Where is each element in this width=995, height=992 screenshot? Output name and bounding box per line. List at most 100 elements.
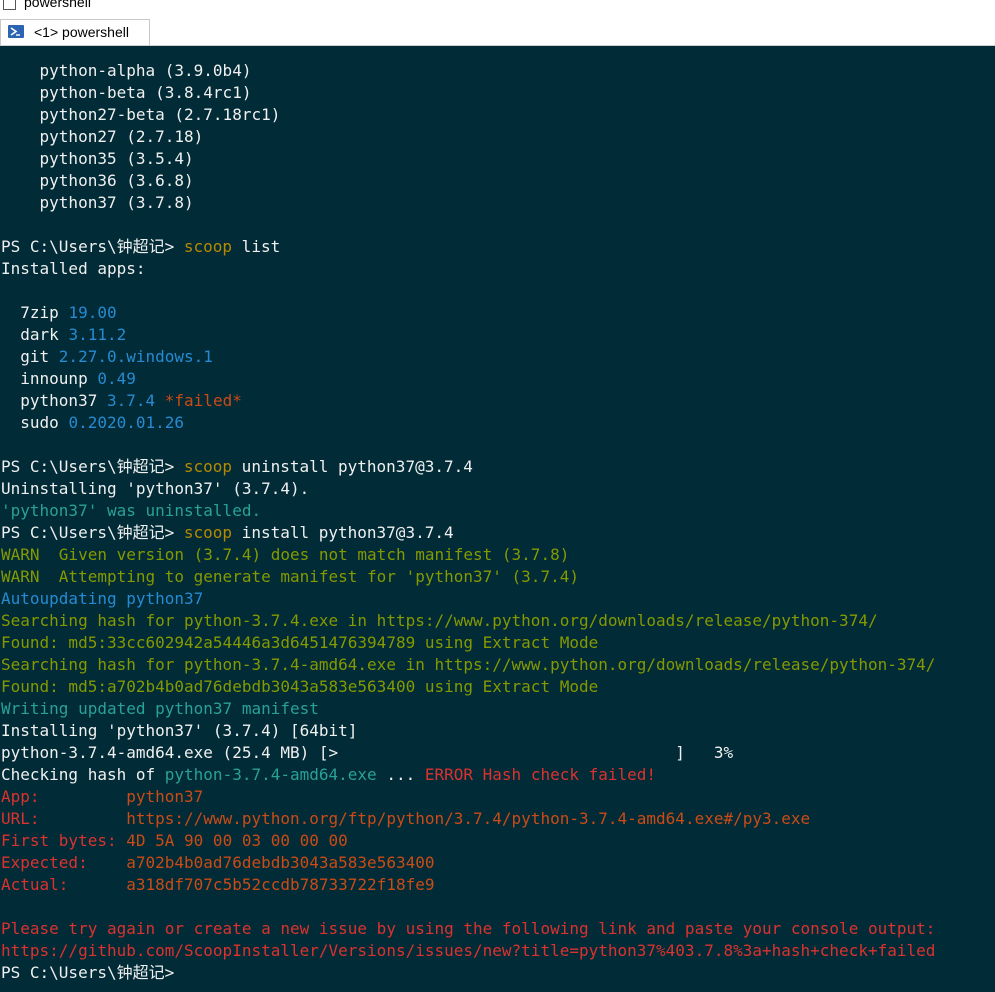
terminal-text: python35 (3.5.4) bbox=[1, 149, 194, 168]
terminal-text: ... bbox=[376, 765, 425, 784]
terminal-text: python-beta (3.8.4rc1) bbox=[1, 83, 252, 102]
terminal-text: First bytes: bbox=[1, 831, 127, 850]
terminal-text: Please try again or create a new issue b… bbox=[1, 919, 936, 938]
terminal-text: install python37@3.7.4 bbox=[232, 523, 454, 542]
tab-powershell[interactable]: <1> powershell bbox=[0, 19, 150, 45]
terminal-line: 7zip 19.00 bbox=[1, 302, 117, 324]
terminal-line: Autoupdating python37 bbox=[1, 588, 203, 610]
terminal-text: 0.2020.01.26 bbox=[68, 413, 185, 432]
terminal-text: 3.7.4 bbox=[106, 391, 156, 410]
terminal-text: git bbox=[1, 347, 59, 366]
terminal-line: Expected: a702b4b0ad76debdb3043a583e5634… bbox=[1, 852, 434, 874]
terminal-line: Please try again or create a new issue b… bbox=[1, 918, 935, 940]
terminal-text: a702b4b0ad76debdb3043a583e563400 bbox=[126, 853, 435, 872]
terminal-line: WARN Given version (3.7.4) does not matc… bbox=[1, 544, 569, 566]
terminal-text: Found: md5:a702b4b0ad76debdb3043a583e563… bbox=[1, 677, 599, 696]
terminal-text: Writing updated python37 manifest bbox=[1, 699, 319, 718]
terminal-line: URL: https://www.python.org/ftp/python/3… bbox=[1, 808, 810, 830]
window-title: powershell bbox=[24, 0, 91, 10]
terminal-text: python37 bbox=[126, 787, 204, 806]
terminal-text: 0.49 bbox=[97, 369, 136, 388]
terminal-text: python37 bbox=[1, 391, 107, 410]
terminal-text: python37 (3.7.8) bbox=[1, 193, 194, 212]
terminal-text: dark bbox=[1, 325, 69, 344]
terminal-line: https://github.com/ScoopInstaller/Versio… bbox=[1, 940, 935, 962]
terminal-line: Writing updated python37 manifest bbox=[1, 698, 319, 720]
terminal-text: innounp bbox=[1, 369, 98, 388]
terminal-line: First bytes: 4D 5A 90 00 03 00 00 00 bbox=[1, 830, 348, 852]
terminal-line: python35 (3.5.4) bbox=[1, 148, 194, 170]
terminal-line: dark 3.11.2 bbox=[1, 324, 126, 346]
terminal-text: python36 (3.6.8) bbox=[1, 171, 194, 190]
tab-bar: <1> powershell bbox=[0, 12, 995, 46]
terminal-line: WARN Attempting to generate manifest for… bbox=[1, 566, 579, 588]
terminal-text: uninstall python37@3.7.4 bbox=[232, 457, 473, 476]
terminal-text: scoop bbox=[183, 523, 233, 542]
terminal-text: PS C:\Users\钟超记> bbox=[1, 237, 184, 256]
terminal-text: Autoupdating python37 bbox=[1, 589, 204, 608]
terminal-line: Found: md5:a702b4b0ad76debdb3043a583e563… bbox=[1, 676, 598, 698]
window-icon bbox=[3, 0, 16, 10]
terminal-line: python27 (2.7.18) bbox=[1, 126, 204, 148]
terminal-line: Searching hash for python-3.7.4.exe in h… bbox=[1, 610, 878, 632]
powershell-icon bbox=[8, 25, 24, 38]
terminal-text: https://www.python.org/ftp/python/3.7.4/… bbox=[126, 809, 811, 828]
terminal-line: PS C:\Users\钟超记> scoop list bbox=[1, 236, 280, 258]
terminal-text: Installing 'python37' (3.7.4) [64bit] bbox=[1, 721, 358, 740]
terminal-line: Uninstalling 'python37' (3.7.4). bbox=[1, 478, 309, 500]
terminal-line: git 2.27.0.windows.1 bbox=[1, 346, 213, 368]
window-titlebar: powershell bbox=[0, 0, 995, 12]
terminal-text: 7zip bbox=[1, 303, 69, 322]
terminal-line: python-3.7.4-amd64.exe (25.4 MB) [> ] 3% bbox=[1, 742, 733, 764]
terminal-line: App: python37 bbox=[1, 786, 203, 808]
terminal-text: Uninstalling 'python37' (3.7.4). bbox=[1, 479, 310, 498]
terminal-text: Found: md5:33cc602942a54446a3d6451476394… bbox=[1, 633, 599, 652]
terminal-line: sudo 0.2020.01.26 bbox=[1, 412, 184, 434]
terminal-text: PS C:\Users\钟超记> bbox=[1, 963, 175, 982]
terminal-line: PS C:\Users\钟超记> scoop install python37@… bbox=[1, 522, 454, 544]
terminal-text: sudo bbox=[1, 413, 69, 432]
terminal-line: Actual: a318df707c5b52ccdb78733722f18fe9 bbox=[1, 874, 434, 896]
terminal-line: python-alpha (3.9.0b4) bbox=[1, 60, 252, 82]
terminal-line: python37 3.7.4 *failed* bbox=[1, 390, 242, 412]
terminal-output[interactable]: python-alpha (3.9.0b4) python-beta (3.8.… bbox=[0, 46, 995, 992]
terminal-text: 19.00 bbox=[68, 303, 117, 322]
terminal-text: WARN Given version (3.7.4) does not matc… bbox=[1, 545, 570, 564]
terminal-text: python-3.7.4-amd64.exe (25.4 MB) [> ] 3% bbox=[1, 743, 734, 762]
terminal-text: PS C:\Users\钟超记> bbox=[1, 523, 184, 542]
terminal-text: PS C:\Users\钟超记> bbox=[1, 457, 184, 476]
terminal-text: 4D 5A 90 00 03 00 00 00 bbox=[126, 831, 348, 850]
terminal-line: Found: md5:33cc602942a54446a3d6451476394… bbox=[1, 632, 598, 654]
terminal-line: Checking hash of python-3.7.4-amd64.exe … bbox=[1, 764, 656, 786]
terminal-text: ERROR Hash check failed! bbox=[424, 765, 657, 784]
terminal-line: python27-beta (2.7.18rc1) bbox=[1, 104, 281, 126]
terminal-text: a318df707c5b52ccdb78733722f18fe9 bbox=[126, 875, 435, 894]
terminal-text: Actual: bbox=[1, 875, 127, 894]
terminal-line: PS C:\Users\钟超记> scoop uninstall python3… bbox=[1, 456, 473, 478]
terminal-line: innounp 0.49 bbox=[1, 368, 136, 390]
terminal-text: WARN Attempting to generate manifest for… bbox=[1, 567, 579, 586]
terminal-text: App: bbox=[1, 787, 127, 806]
terminal-text: scoop bbox=[183, 237, 233, 256]
terminal-text: python27 (2.7.18) bbox=[1, 127, 204, 146]
terminal-text: Expected: bbox=[1, 853, 127, 872]
terminal-text: scoop bbox=[183, 457, 233, 476]
terminal-text: 'python37' was uninstalled. bbox=[1, 501, 262, 520]
terminal-text: python-3.7.4-amd64.exe bbox=[164, 765, 377, 784]
terminal-text: 3.11.2 bbox=[68, 325, 127, 344]
tab-label: <1> powershell bbox=[34, 24, 129, 40]
terminal-line: python36 (3.6.8) bbox=[1, 170, 194, 192]
terminal-line: python-beta (3.8.4rc1) bbox=[1, 82, 252, 104]
terminal-line: python37 (3.7.8) bbox=[1, 192, 194, 214]
terminal-text: Checking hash of bbox=[1, 765, 165, 784]
terminal-text: Installed apps: bbox=[1, 259, 146, 278]
terminal-line: 'python37' was uninstalled. bbox=[1, 500, 261, 522]
terminal-text: python-alpha (3.9.0b4) bbox=[1, 61, 252, 80]
terminal-text: list bbox=[232, 237, 281, 256]
terminal-text: Searching hash for python-3.7.4.exe in h… bbox=[1, 611, 878, 630]
terminal-text: python27-beta (2.7.18rc1) bbox=[1, 105, 281, 124]
terminal-line: Installing 'python37' (3.7.4) [64bit] bbox=[1, 720, 357, 742]
terminal-text: 2.27.0.windows.1 bbox=[58, 347, 213, 366]
terminal-text: https://github.com/ScoopInstaller/Versio… bbox=[1, 941, 936, 960]
terminal-text: Searching hash for python-3.7.4-amd64.ex… bbox=[1, 655, 936, 674]
